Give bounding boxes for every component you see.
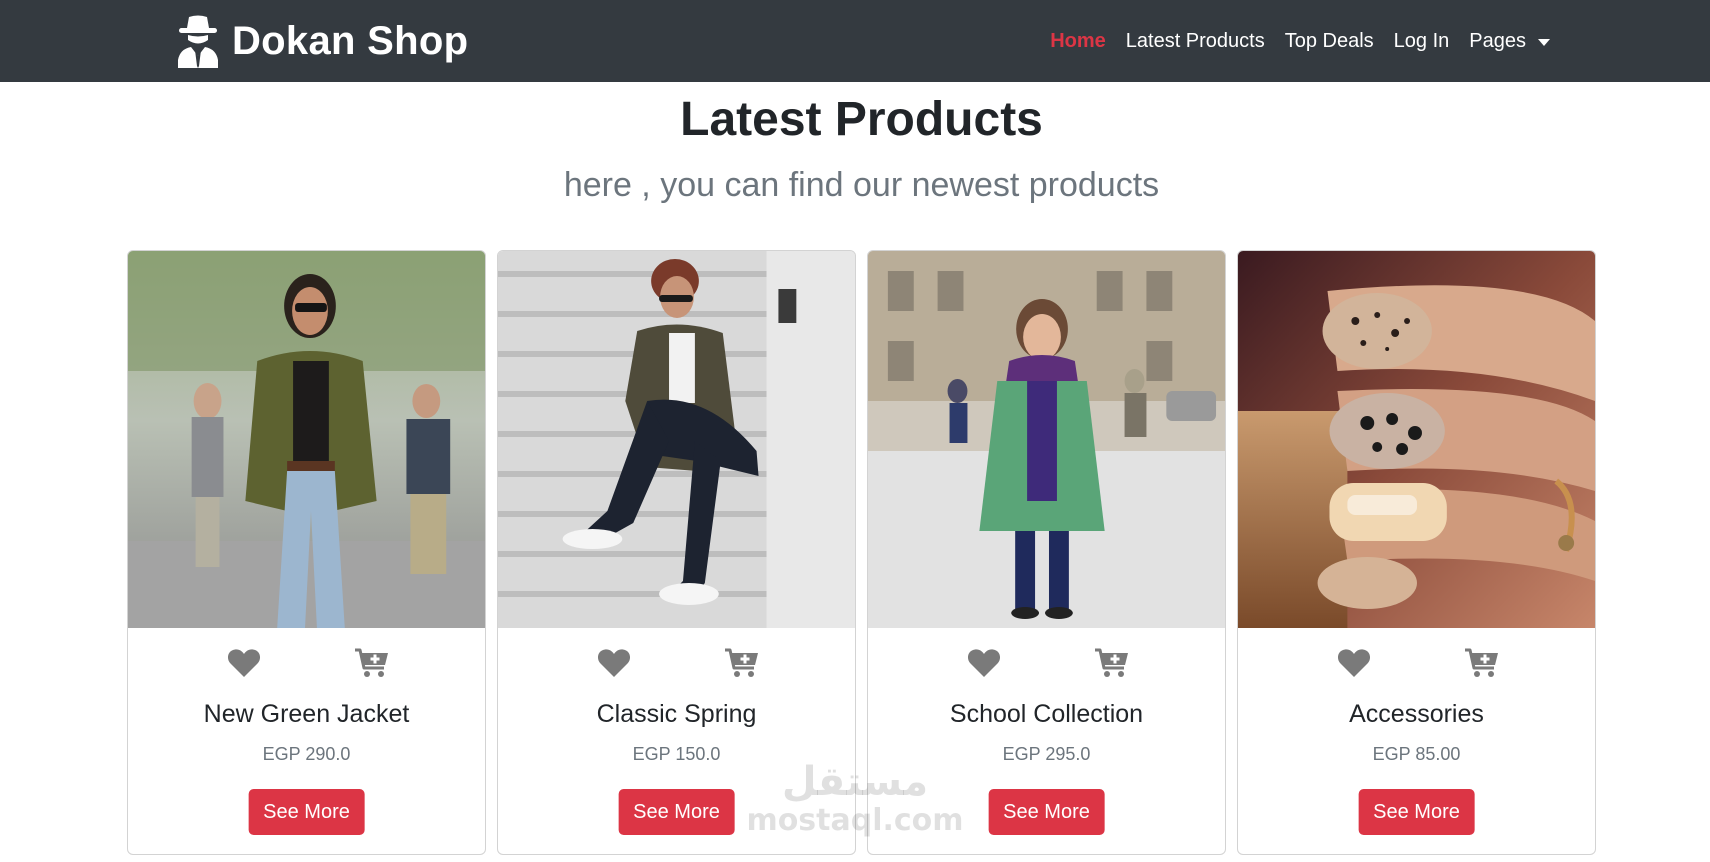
- cart-plus-icon: [355, 648, 388, 677]
- navbar: Dokan Shop Home Latest Products Top Deal…: [0, 0, 1710, 82]
- spy-icon: [178, 15, 218, 68]
- nav-home[interactable]: Home: [1050, 27, 1106, 55]
- product-card: Accessories EGP 85.00 See More: [1237, 250, 1596, 855]
- heart-icon: [227, 649, 261, 677]
- add-to-cart-button[interactable]: [1092, 643, 1132, 683]
- product-name: Accessories: [1349, 700, 1484, 728]
- see-more-button[interactable]: See More: [618, 789, 735, 835]
- product-image: [498, 251, 855, 628]
- nav-latest-products[interactable]: Latest Products: [1126, 27, 1265, 55]
- see-more-button[interactable]: See More: [248, 789, 365, 835]
- product-card: Classic Spring EGP 150.0 See More: [497, 250, 856, 855]
- product-price: EGP 150.0: [632, 744, 721, 764]
- cart-plus-icon: [1095, 648, 1128, 677]
- caret-down-icon: [1538, 38, 1550, 46]
- cart-plus-icon: [725, 648, 758, 677]
- card-actions: [868, 643, 1225, 683]
- add-to-cart-button[interactable]: [352, 643, 392, 683]
- page-subtitle: here , you can find our newest products: [563, 166, 1160, 204]
- product-card: New Green Jacket EGP 290.0 See More: [127, 250, 486, 855]
- favorite-button[interactable]: [1334, 643, 1374, 683]
- card-actions: [128, 643, 485, 683]
- heart-icon: [967, 649, 1001, 677]
- add-to-cart-button[interactable]: [722, 643, 762, 683]
- main-nav: Home Latest Products Top Deals Log In Pa…: [1050, 27, 1550, 55]
- brand-link[interactable]: Dokan Shop: [176, 13, 468, 69]
- card-actions: [498, 643, 855, 683]
- product-price: EGP 295.0: [1002, 744, 1091, 764]
- favorite-button[interactable]: [594, 643, 634, 683]
- nav-top-deals[interactable]: Top Deals: [1285, 27, 1374, 55]
- card-actions: [1238, 643, 1595, 683]
- favorite-button[interactable]: [224, 643, 264, 683]
- brand-name: Dokan Shop: [232, 19, 469, 63]
- product-image: [128, 251, 485, 628]
- product-name: New Green Jacket: [203, 700, 410, 728]
- product-grid: New Green Jacket EGP 290.0 See More Clas…: [127, 250, 1596, 855]
- product-name: Classic Spring: [596, 700, 757, 728]
- heart-icon: [1337, 649, 1371, 677]
- add-to-cart-button[interactable]: [1462, 643, 1502, 683]
- cart-plus-icon: [1465, 648, 1498, 677]
- nav-pages-dropdown[interactable]: Pages: [1469, 27, 1550, 55]
- product-image: [1238, 251, 1595, 628]
- product-price: EGP 290.0: [262, 744, 351, 764]
- see-more-button[interactable]: See More: [988, 789, 1105, 835]
- product-price: EGP 85.00: [1372, 744, 1461, 764]
- page-title: Latest Products: [680, 93, 1043, 146]
- see-more-button[interactable]: See More: [1358, 789, 1475, 835]
- pages-dropdown-label: Pages: [1469, 30, 1526, 52]
- product-name: School Collection: [949, 700, 1144, 728]
- favorite-button[interactable]: [964, 643, 1004, 683]
- heart-icon: [597, 649, 631, 677]
- nav-log-in[interactable]: Log In: [1394, 27, 1450, 55]
- product-image: [868, 251, 1225, 628]
- product-card: School Collection EGP 295.0 See More: [867, 250, 1226, 855]
